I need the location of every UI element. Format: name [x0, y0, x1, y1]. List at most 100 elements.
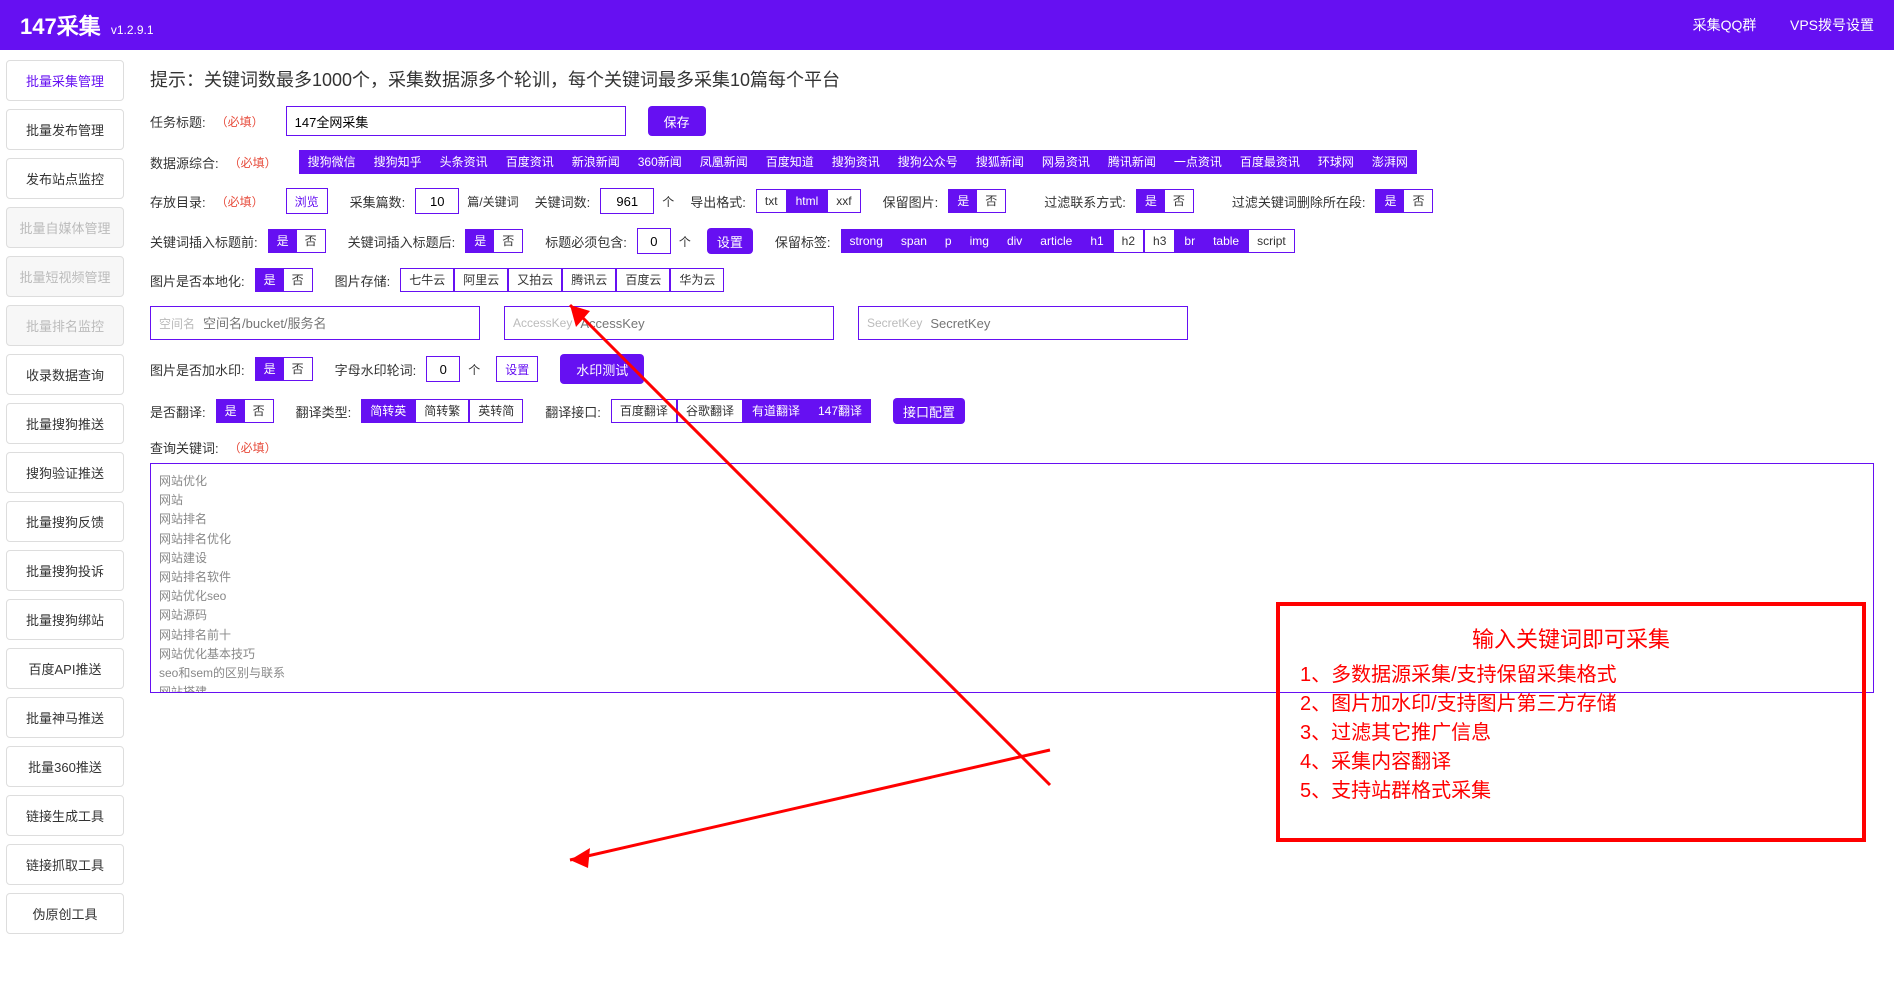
htmltag-10[interactable]: table: [1204, 229, 1248, 253]
source-tag-10[interactable]: 搜狐新闻: [967, 150, 1033, 174]
imgstore-tag-1[interactable]: 阿里云: [454, 268, 508, 292]
source-tag-6[interactable]: 凤凰新闻: [691, 150, 757, 174]
keywords-req: （必填）: [229, 439, 277, 456]
delpara-toggle[interactable]: 是否: [1375, 189, 1433, 213]
translate-toggle[interactable]: 是否: [216, 399, 274, 423]
source-tag-7[interactable]: 百度知道: [757, 150, 823, 174]
fmt-tag-0[interactable]: txt: [756, 189, 787, 213]
sidebar-item-s10[interactable]: 批量搜狗投诉: [6, 550, 124, 591]
sidebar-item-s7[interactable]: 批量搜狗推送: [6, 403, 124, 444]
annotation-title: 输入关键词即可采集: [1300, 622, 1842, 654]
imglocal-toggle[interactable]: 是否: [255, 268, 313, 292]
browse-button[interactable]: 浏览: [286, 188, 328, 214]
transtype-tag-2[interactable]: 英转简: [469, 399, 523, 423]
imgstore-tag-4[interactable]: 百度云: [616, 268, 670, 292]
after-label: 关键词插入标题后:: [348, 232, 456, 251]
transtype-tag-1[interactable]: 简转繁: [415, 399, 469, 423]
after-toggle[interactable]: 是否: [465, 229, 523, 253]
htmltag-3[interactable]: img: [961, 229, 998, 253]
space-input-group[interactable]: 空间名: [150, 306, 480, 340]
transapi-tag-1[interactable]: 谷歌翻译: [677, 399, 743, 423]
must-input[interactable]: [637, 228, 671, 254]
fmt-tag-1[interactable]: html: [787, 189, 828, 213]
transtype-tag-0[interactable]: 简转英: [361, 399, 415, 423]
transtype-label: 翻译类型:: [296, 402, 352, 421]
space-prefix: 空间名: [159, 315, 195, 332]
sidebar-item-s11[interactable]: 批量搜狗绑站: [6, 599, 124, 640]
brand-text: 147采集: [20, 14, 101, 39]
source-tag-11[interactable]: 网易资讯: [1033, 150, 1099, 174]
source-tag-14[interactable]: 百度最资讯: [1231, 150, 1309, 174]
link-vps[interactable]: VPS拨号设置: [1790, 17, 1874, 33]
sidebar-item-s8[interactable]: 搜狗验证推送: [6, 452, 124, 493]
transapi-tag-3[interactable]: 147翻译: [809, 399, 871, 423]
filter-toggle[interactable]: 是否: [1136, 189, 1194, 213]
ak-input-group[interactable]: AccessKey: [504, 306, 834, 340]
delpara-label: 过滤关键词删除所在段:: [1232, 192, 1366, 211]
source-tag-16[interactable]: 澎湃网: [1363, 150, 1417, 174]
htmltag-1[interactable]: span: [892, 229, 936, 253]
sources-label: 数据源综合:: [150, 153, 219, 172]
annotation-line: 2、图片加水印/支持图片第三方存储: [1300, 687, 1842, 716]
alpha-input[interactable]: [426, 356, 460, 382]
alpha-set-button[interactable]: 设置: [496, 356, 538, 382]
brand: 147采集 v1.2.9.1: [20, 9, 154, 41]
api-config-button[interactable]: 接口配置: [893, 398, 965, 424]
source-tag-0[interactable]: 搜狗微信: [299, 150, 365, 174]
sidebar-item-s12[interactable]: 百度API推送: [6, 648, 124, 689]
htmltag-9[interactable]: br: [1175, 229, 1204, 253]
sidebar-item-s13[interactable]: 批量神马推送: [6, 697, 124, 738]
source-tag-3[interactable]: 百度资讯: [497, 150, 563, 174]
transapi-tag-2[interactable]: 有道翻译: [743, 399, 809, 423]
htmltag-5[interactable]: article: [1031, 229, 1081, 253]
link-qqgroup[interactable]: 采集QQ群: [1693, 17, 1757, 33]
keepimg-toggle[interactable]: 是否: [948, 189, 1006, 213]
translate-label: 是否翻译:: [150, 402, 206, 421]
transapi-label: 翻译接口:: [545, 402, 601, 421]
source-tag-5[interactable]: 360新闻: [629, 150, 691, 174]
source-tag-15[interactable]: 环球网: [1309, 150, 1363, 174]
kwcnt-input[interactable]: [600, 188, 654, 214]
watermark-test-button[interactable]: 水印测试: [560, 354, 644, 384]
htmltag-2[interactable]: p: [936, 229, 961, 253]
source-tag-9[interactable]: 搜狗公众号: [889, 150, 967, 174]
before-toggle[interactable]: 是否: [268, 229, 326, 253]
sidebar-item-s6[interactable]: 收录数据查询: [6, 354, 124, 395]
task-title-input[interactable]: [286, 106, 626, 136]
htmltag-6[interactable]: h1: [1081, 229, 1112, 253]
count-input[interactable]: [415, 188, 459, 214]
htmltag-11[interactable]: script: [1248, 229, 1295, 253]
source-tag-8[interactable]: 搜狗资讯: [823, 150, 889, 174]
htmltag-4[interactable]: div: [998, 229, 1031, 253]
transapi-tag-0[interactable]: 百度翻译: [611, 399, 677, 423]
source-tag-13[interactable]: 一点资讯: [1165, 150, 1231, 174]
source-tag-12[interactable]: 腾讯新闻: [1099, 150, 1165, 174]
sidebar-item-s9[interactable]: 批量搜狗反馈: [6, 501, 124, 542]
save-button[interactable]: 保存: [648, 106, 706, 136]
imgstore-tag-0[interactable]: 七牛云: [400, 268, 454, 292]
must-set-button[interactable]: 设置: [707, 228, 753, 254]
fmt-tag-2[interactable]: xxf: [827, 189, 860, 213]
sidebar-item-s16[interactable]: 链接抓取工具: [6, 844, 124, 885]
sidebar-item-s15[interactable]: 链接生成工具: [6, 795, 124, 836]
sk-input-group[interactable]: SecretKey: [858, 306, 1188, 340]
imgstore-tag-3[interactable]: 腾讯云: [562, 268, 616, 292]
sidebar-item-s0[interactable]: 批量采集管理: [6, 60, 124, 101]
source-tag-1[interactable]: 搜狗知乎: [365, 150, 431, 174]
space-input[interactable]: [203, 316, 471, 331]
sk-input[interactable]: [930, 316, 1179, 331]
must-unit: 个: [679, 233, 691, 250]
source-tag-2[interactable]: 头条资讯: [431, 150, 497, 174]
imgstore-tag-5[interactable]: 华为云: [670, 268, 724, 292]
htmltag-8[interactable]: h3: [1144, 229, 1175, 253]
sidebar-item-s14[interactable]: 批量360推送: [6, 746, 124, 787]
ak-input[interactable]: [580, 316, 825, 331]
htmltag-0[interactable]: strong: [841, 229, 892, 253]
watermark-toggle[interactable]: 是否: [255, 357, 313, 381]
imgstore-tag-2[interactable]: 又拍云: [508, 268, 562, 292]
sidebar-item-s2[interactable]: 发布站点监控: [6, 158, 124, 199]
source-tag-4[interactable]: 新浪新闻: [563, 150, 629, 174]
sidebar-item-s1[interactable]: 批量发布管理: [6, 109, 124, 150]
htmltag-7[interactable]: h2: [1113, 229, 1144, 253]
sidebar-item-s17[interactable]: 伪原创工具: [6, 893, 124, 934]
